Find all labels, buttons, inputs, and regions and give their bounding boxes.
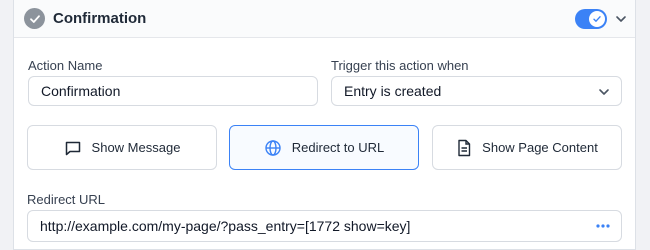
redirect-url-value: http://example.com/my-page/?pass_entry=[… — [40, 218, 411, 234]
action-title: Confirmation — [53, 10, 147, 27]
message-icon — [65, 141, 80, 155]
chevron-down-icon[interactable] — [614, 12, 628, 26]
more-options-icon[interactable] — [595, 220, 611, 232]
show-message-option[interactable]: Show Message — [27, 125, 217, 170]
enable-toggle[interactable] — [575, 9, 607, 29]
action-name-value: Confirmation — [41, 83, 121, 99]
globe-icon — [265, 139, 281, 156]
action-name-label: Action Name — [28, 58, 103, 73]
redirect-to-url-option[interactable]: Redirect to URL — [229, 125, 419, 170]
redirect-to-url-label: Redirect to URL — [291, 140, 385, 155]
action-name-input[interactable]: Confirmation — [28, 76, 318, 106]
trigger-select[interactable]: Entry is created — [331, 76, 622, 106]
trigger-label: Trigger this action when — [331, 58, 469, 73]
chevron-down-icon — [599, 89, 609, 95]
show-page-content-option[interactable]: Show Page Content — [432, 125, 622, 170]
redirect-url-input[interactable]: http://example.com/my-page/?pass_entry=[… — [27, 210, 622, 242]
show-page-content-label: Show Page Content — [482, 140, 598, 155]
action-header[interactable]: Confirmation — [14, 0, 635, 38]
check-circle-icon — [24, 8, 45, 29]
toggle-knob — [589, 11, 605, 27]
show-message-label: Show Message — [91, 140, 181, 155]
redirect-url-label: Redirect URL — [27, 192, 106, 207]
trigger-selected-value: Entry is created — [344, 83, 442, 99]
document-icon — [458, 139, 471, 156]
